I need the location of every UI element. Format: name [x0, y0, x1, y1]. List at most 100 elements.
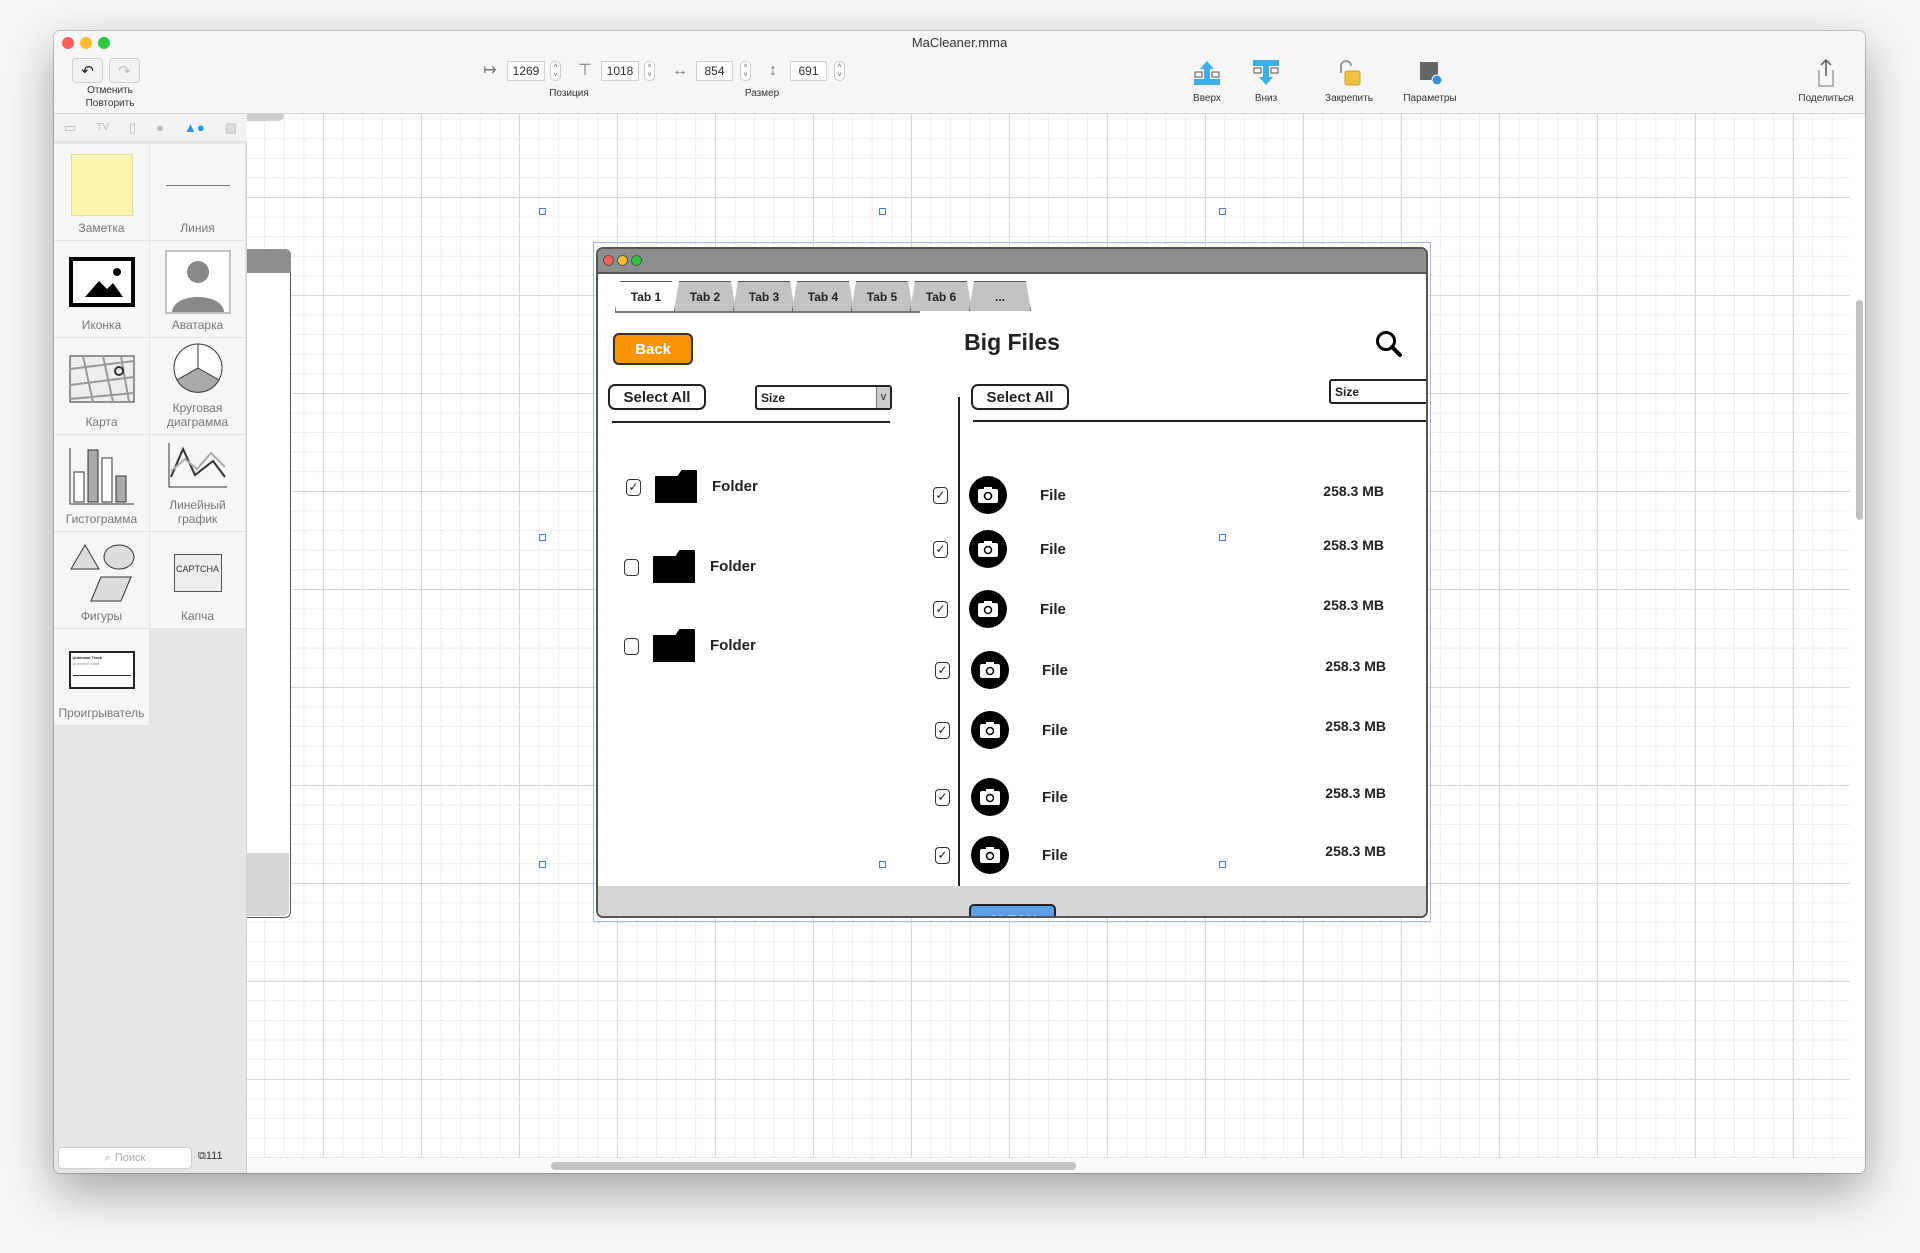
offscreen-window-mockup[interactable] — [247, 249, 291, 918]
height-stepper[interactable]: ˄ ˅ — [834, 61, 845, 81]
component-map[interactable]: Карта — [54, 338, 150, 435]
file-checkbox[interactable]: ✓ — [933, 487, 948, 504]
file-size: 258.3 MB — [1323, 537, 1384, 553]
component-note[interactable]: Заметка — [54, 144, 150, 241]
copies-icon: ⧉ — [198, 1150, 206, 1162]
component-label: Капча — [180, 609, 215, 623]
component-line[interactable]: Линия — [150, 144, 246, 241]
component-label: Иконка — [81, 318, 122, 332]
folder-checkbox[interactable]: ✓ — [626, 479, 641, 496]
file-size: 258.3 MB — [1325, 843, 1386, 859]
resize-handle[interactable] — [1219, 208, 1226, 215]
component-captcha[interactable]: CAPTCHA Капча — [150, 532, 246, 629]
component-label: Линейный график — [169, 498, 226, 526]
x-position-field[interactable]: 1269 — [507, 61, 545, 81]
component-line-chart[interactable]: Линейный график — [150, 435, 246, 532]
component-shapes[interactable]: Фигуры — [54, 532, 150, 629]
send-backward-label: Вниз — [1254, 93, 1278, 104]
y-position-field[interactable]: 1018 — [601, 61, 639, 81]
tab-6[interactable]: Tab 6 — [910, 281, 972, 311]
folder-checkbox[interactable] — [624, 559, 639, 576]
folders-sort-dropdown[interactable]: Size v — [755, 385, 892, 410]
undo-label: Отменить — [87, 85, 133, 96]
mockup-titlebar — [598, 249, 1426, 274]
window-mockup[interactable]: Tab 1 Tab 2 Tab 3 Tab 4 Tab 5 Tab 6... Back B… — [596, 247, 1428, 918]
tv-icon[interactable]: TV — [96, 122, 109, 133]
inspector-label: Параметры — [1403, 93, 1457, 104]
file-checkbox[interactable]: ✓ — [935, 847, 950, 864]
pie-chart-icon — [171, 338, 225, 397]
search-icon[interactable] — [1374, 329, 1404, 364]
image-icon[interactable]: ▨ — [225, 120, 237, 136]
mockup-zoom-icon — [631, 255, 642, 266]
column-divider — [958, 397, 960, 886]
redo-button[interactable]: ↷ — [109, 58, 140, 83]
component-avatar[interactable]: Аватарка — [150, 241, 246, 338]
files-select-all-button[interactable]: Select All — [971, 384, 1069, 410]
y-position-stepper[interactable]: ˄ ˅ — [644, 61, 655, 81]
folder-checkbox[interactable] — [624, 638, 639, 655]
resize-handle[interactable] — [1219, 861, 1226, 868]
component-label: Заметка — [78, 221, 125, 235]
camera-icon — [971, 711, 1009, 749]
x-position-stepper[interactable]: ˄ ˅ — [550, 61, 561, 81]
bar-chart-icon — [68, 444, 136, 508]
share-label: Поделиться — [1798, 93, 1854, 104]
component-histogram[interactable]: Гистограмма — [54, 435, 150, 532]
captcha-icon: CAPTCHA — [173, 541, 222, 605]
resize-handle[interactable] — [879, 861, 886, 868]
width-field[interactable]: 854 — [696, 61, 733, 81]
resize-handle[interactable] — [539, 534, 546, 541]
shapes-icon[interactable]: ▲● — [184, 120, 205, 135]
camera-icon — [969, 476, 1007, 514]
x-position-icon: ↦ — [483, 62, 497, 79]
file-checkbox[interactable]: ✓ — [933, 601, 948, 618]
component-player[interactable]: Unknown Track Unknown Artist Проигрыватель — [54, 629, 150, 726]
file-checkbox[interactable]: ✓ — [935, 662, 950, 679]
tab-7[interactable]: ... — [969, 281, 1031, 311]
file-name: File — [1040, 541, 1066, 558]
clean-button[interactable]: CLEAN — [969, 904, 1056, 916]
shapes-icon — [67, 541, 137, 605]
height-field[interactable]: 691 — [790, 61, 827, 81]
width-stepper[interactable]: ˄ ˅ — [740, 61, 751, 81]
file-checkbox[interactable]: ✓ — [935, 789, 950, 806]
resize-handle[interactable] — [879, 208, 886, 215]
folder-name: Folder — [712, 478, 758, 495]
file-checkbox[interactable]: ✓ — [933, 541, 948, 558]
desktop-icon[interactable]: ▭ — [64, 120, 76, 136]
file-size: 258.3 MB — [1323, 483, 1384, 499]
resize-handle[interactable] — [1219, 534, 1226, 541]
share-button[interactable]: Поделиться — [1791, 57, 1861, 104]
component-pie-chart[interactable]: Круговая диаграмма — [150, 338, 246, 435]
android-icon[interactable]: ● — [156, 120, 164, 135]
files-sort-dropdown[interactable]: Sizev — [1329, 379, 1426, 404]
file-size: 258.3 MB — [1325, 785, 1386, 801]
tab-2[interactable]: Tab 2 — [674, 281, 736, 311]
tab-5[interactable]: Tab 5 — [851, 281, 913, 311]
line-chart-icon — [167, 435, 229, 494]
resize-handle[interactable] — [539, 208, 546, 215]
app-window: MaCleaner.mma ↶ ↷ Отменить Повторить ↦ 1… — [54, 31, 1865, 1173]
tab-4[interactable]: Tab 4 — [792, 281, 854, 311]
inspector-button[interactable]: Параметры — [1395, 57, 1465, 104]
component-icon[interactable]: Иконка — [54, 241, 150, 338]
undo-button[interactable]: ↶ — [72, 58, 103, 83]
offscreen-element[interactable] — [247, 114, 284, 121]
size-label: Размер — [744, 88, 780, 99]
sort-value: Size — [1335, 384, 1360, 399]
file-checkbox[interactable]: ✓ — [935, 722, 950, 739]
mockup-close-icon — [603, 255, 614, 266]
folder-icon — [653, 550, 695, 583]
tab-1[interactable]: Tab 1 — [615, 281, 677, 311]
lock-button[interactable]: Закрепить — [1314, 57, 1384, 104]
resize-handle[interactable] — [539, 861, 546, 868]
map-icon — [69, 347, 135, 411]
horizontal-scrollbar[interactable] — [551, 1162, 1076, 1170]
phone-icon[interactable]: ▯ — [129, 120, 136, 136]
tab-3[interactable]: Tab 3 — [733, 281, 795, 311]
library-search-input[interactable]: ⌕ Поиск — [58, 1147, 192, 1169]
send-backward-button[interactable]: Вниз — [1231, 57, 1301, 104]
folders-select-all-button[interactable]: Select All — [608, 384, 706, 410]
vertical-scrollbar[interactable] — [1856, 300, 1863, 520]
